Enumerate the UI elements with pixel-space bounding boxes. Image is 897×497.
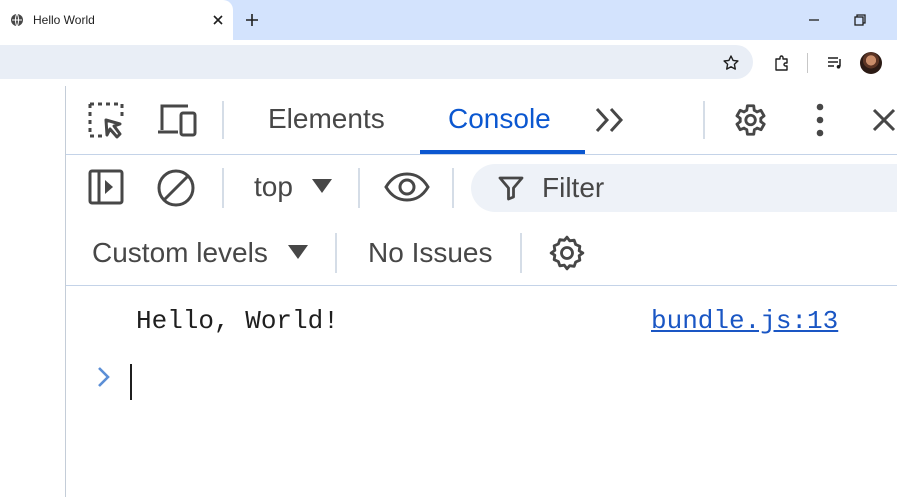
device-icon[interactable] [156,102,198,138]
media-icon[interactable] [826,54,844,72]
extensions-icon[interactable] [773,54,791,72]
toolbar-separator [452,168,454,208]
toolbar-separator [335,233,337,273]
console-input-caret[interactable] [130,364,132,400]
tab-title: Hello World [33,13,95,27]
issues-counter[interactable]: No Issues [368,237,493,269]
toolbar-separator [222,168,224,208]
restore-icon[interactable] [852,12,868,28]
prompt-chevron-icon [98,367,110,387]
filter-icon [498,176,524,201]
devtools-panel: Elements Console top Filter Custom level… [65,86,897,497]
log-levels-select[interactable]: Custom levels [92,237,268,269]
address-bar[interactable] [0,45,753,79]
more-tabs-icon[interactable] [594,106,626,134]
context-select[interactable]: top [254,171,293,203]
dropdown-arrow-icon[interactable] [288,245,308,259]
star-icon[interactable] [722,54,740,72]
minimize-icon[interactable] [806,12,822,28]
kebab-icon[interactable] [810,102,830,138]
active-tab-indicator [420,150,585,154]
devtools-tabbar: Elements Console [66,86,897,155]
browser-toolbar [0,40,897,86]
tab-elements[interactable]: Elements [268,103,385,135]
dropdown-arrow-icon[interactable] [312,179,332,193]
globe-icon [11,13,23,27]
console-message: Hello, World! [136,306,339,336]
close-devtools-icon[interactable] [870,106,897,134]
plus-icon[interactable] [244,12,260,28]
clear-icon[interactable] [156,168,196,208]
eye-icon[interactable] [384,172,430,202]
tabbar-separator [222,101,224,139]
avatar[interactable] [860,52,882,74]
tab-strip: Hello World [0,0,897,40]
filter-placeholder: Filter [542,172,605,203]
console-output: Hello, World! bundle.js:13 [66,286,897,497]
console-toolbar-secondary: Custom levels No Issues [66,219,897,286]
filter-input[interactable] [471,164,897,212]
toolbar-divider [807,53,808,73]
sidebar-toggle-icon[interactable] [88,169,124,205]
tabbar-separator [703,101,705,139]
tab-console[interactable]: Console [448,103,551,135]
browser-tab[interactable]: Hello World [0,0,233,40]
console-settings-icon[interactable] [547,233,587,273]
toolbar-separator [520,233,522,273]
message-source-link[interactable]: bundle.js:13 [651,306,838,336]
settings-icon[interactable] [730,101,768,139]
toolbar-separator [358,168,360,208]
close-icon[interactable] [210,12,226,28]
inspect-icon[interactable] [88,102,126,140]
page-viewport [0,86,65,497]
console-toolbar: top Filter [66,155,897,219]
